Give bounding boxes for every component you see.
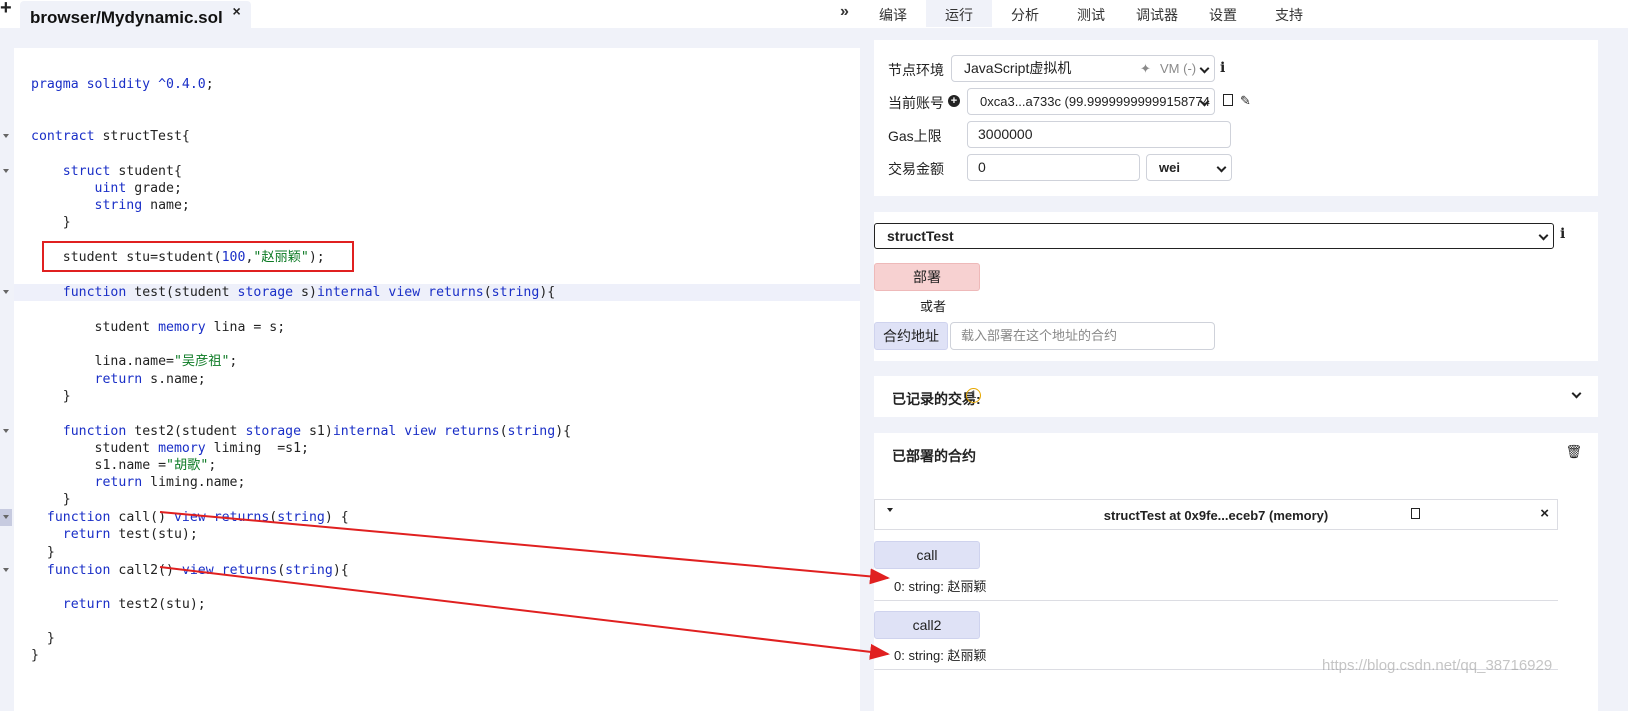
contract-select[interactable]: structTest	[874, 223, 1554, 249]
code-line[interactable]: function call2() view returns(string){	[31, 562, 349, 579]
divider	[874, 600, 1558, 601]
account-label: 当前账号	[888, 95, 944, 111]
tab-support[interactable]: 支持	[1256, 0, 1322, 27]
recorded-count: 1	[966, 388, 981, 403]
gas-value: 3000000	[978, 126, 1033, 142]
code-line[interactable]: function test2(student storage s1)intern…	[31, 423, 571, 440]
call2-button[interactable]: call2	[874, 611, 980, 639]
code-line[interactable]: }	[31, 388, 71, 405]
chevron-down-icon	[1199, 63, 1210, 74]
editor-body[interactable]: pragma solidity ^0.4.0; contract structTe…	[14, 48, 860, 711]
code-line[interactable]: function test(student storage s)internal…	[31, 284, 555, 301]
copy-icon[interactable]	[1411, 508, 1420, 519]
main-tabs: 编译 运行 分析 测试 调试器 设置 支持	[860, 0, 1322, 27]
trash-icon[interactable]: 🗑	[1565, 444, 1582, 460]
deployed-title: 已部署的合约	[892, 448, 976, 464]
value-amount: 0	[978, 159, 986, 175]
tab-test[interactable]: 测试	[1058, 0, 1124, 27]
code-line[interactable]: return test(stu);	[31, 526, 198, 543]
instance-title: structTest at 0x9fe...eceb7 (memory)	[1103, 508, 1329, 523]
code-line[interactable]: return s.name;	[31, 371, 206, 388]
code-line[interactable]: return liming.name;	[31, 474, 246, 491]
close-icon[interactable]: ×	[1540, 505, 1549, 522]
environment-panel: 节点环境 JavaScript虚拟机 ✦ VM (-) i 当前账号 + 0xc…	[874, 40, 1598, 196]
fold-arrow-icon[interactable]	[3, 134, 9, 138]
code-line[interactable]: }	[31, 630, 55, 647]
fold-arrow-icon[interactable]	[3, 169, 9, 173]
new-file-icon[interactable]: +	[0, 0, 14, 20]
tab-debugger[interactable]: 调试器	[1124, 0, 1190, 27]
chevron-down-icon[interactable]	[1571, 388, 1582, 399]
chevron-down-icon	[1216, 162, 1227, 173]
add-account-icon[interactable]: +	[948, 95, 960, 107]
code-line[interactable]: lina.name="吴彦祖";	[31, 353, 238, 370]
environment-label: 节点环境	[888, 62, 944, 78]
fold-arrow-icon[interactable]	[3, 568, 9, 572]
call2-result: 0: string: 赵丽颖	[894, 648, 987, 663]
code-editor[interactable]: pragma solidity ^0.4.0; contract structTe…	[0, 28, 860, 711]
code-line[interactable]: uint grade;	[31, 180, 182, 197]
environment-value: JavaScript虚拟机	[964, 60, 1072, 76]
highlight-box	[42, 241, 354, 272]
at-address-button[interactable]: 合约地址	[874, 322, 948, 350]
vm-status: VM (-)	[1160, 61, 1197, 76]
edit-icon[interactable]: ✎	[1240, 93, 1251, 109]
plug-icon: ✦	[1140, 61, 1151, 76]
run-panel: 节点环境 JavaScript虚拟机 ✦ VM (-) i 当前账号 + 0xc…	[860, 28, 1628, 711]
contract-value: structTest	[887, 228, 954, 244]
tab-run[interactable]: 运行	[926, 0, 992, 27]
or-label: 或者	[920, 299, 947, 314]
collapse-panel-icon[interactable]: »	[840, 3, 849, 21]
code-line[interactable]: }	[31, 214, 71, 231]
call-button[interactable]: call	[874, 541, 980, 569]
code-line[interactable]: pragma solidity ^0.4.0;	[31, 76, 214, 93]
file-tab[interactable]: browser/Mydynamic.sol ×	[20, 1, 251, 28]
environment-select[interactable]: JavaScript虚拟机 ✦ VM (-)	[951, 55, 1215, 82]
recorded-transactions[interactable]: 已记录的交易: 1	[874, 376, 1598, 417]
code-line[interactable]: student memory liming =s1;	[31, 440, 309, 457]
file-tab-label: browser/Mydynamic.sol	[30, 8, 223, 27]
contract-instance[interactable]: structTest at 0x9fe...eceb7 (memory) ×	[874, 499, 1558, 530]
account-select[interactable]: 0xca3...a733c (99.99999999999158774	[967, 88, 1215, 115]
gas-limit-input[interactable]: 3000000	[967, 121, 1231, 148]
info-icon[interactable]: i	[1220, 60, 1225, 76]
value-input[interactable]: 0	[967, 154, 1140, 181]
watermark: https://blog.csdn.net/qq_38716929	[1322, 657, 1553, 674]
copy-icon[interactable]	[1223, 94, 1233, 106]
info-icon[interactable]: i	[1560, 226, 1565, 242]
chevron-down-icon	[1538, 230, 1549, 241]
code-line[interactable]: return test2(stu);	[31, 596, 206, 613]
deploy-panel: structTest i 部署 或者 合约地址 载入部署在这个地址的合约	[874, 212, 1598, 361]
address-input[interactable]: 载入部署在这个地址的合约	[950, 322, 1215, 350]
code-line[interactable]: }	[31, 544, 55, 561]
code-line[interactable]: contract structTest{	[31, 128, 190, 145]
tab-compile[interactable]: 编译	[860, 0, 926, 27]
fold-arrow-icon[interactable]	[3, 515, 9, 519]
close-tab-icon[interactable]: ×	[233, 3, 241, 19]
tab-analysis[interactable]: 分析	[992, 0, 1058, 27]
code-line[interactable]: student memory lina = s;	[31, 319, 286, 336]
unit-value: wei	[1159, 160, 1180, 175]
account-value: 0xca3...a733c (99.99999999999158774	[980, 94, 1210, 109]
tab-settings[interactable]: 设置	[1190, 0, 1256, 27]
code-line[interactable]: }	[31, 491, 71, 508]
top-bar: + browser/Mydynamic.sol × » 编译 运行 分析 测试 …	[0, 0, 1628, 28]
code-line[interactable]: s1.name ="胡歌";	[31, 457, 217, 474]
call-result: 0: string: 赵丽颖	[894, 579, 987, 594]
fold-arrow-icon[interactable]	[3, 290, 9, 294]
deploy-button[interactable]: 部署	[874, 263, 980, 291]
gas-label: Gas上限	[888, 128, 942, 144]
code-line[interactable]: struct student{	[31, 163, 182, 180]
code-line[interactable]: string name;	[31, 197, 190, 214]
code-line[interactable]: }	[31, 647, 39, 664]
fold-arrow-icon[interactable]	[3, 429, 9, 433]
code-line[interactable]: function call() view returns(string) {	[31, 509, 349, 526]
unit-select[interactable]: wei	[1146, 154, 1232, 181]
value-label: 交易金额	[888, 161, 944, 177]
